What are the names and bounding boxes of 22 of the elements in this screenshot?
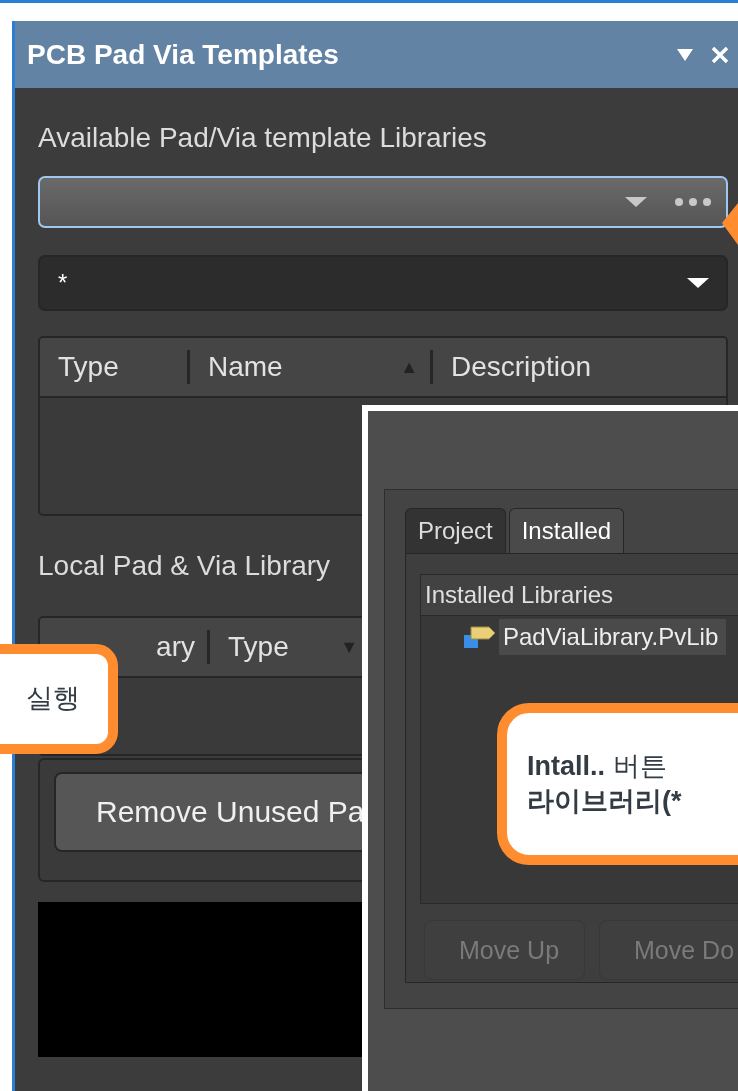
library-dropdown[interactable] xyxy=(38,176,728,228)
callout-text: 라이브러리(* xyxy=(527,785,683,818)
library-icon xyxy=(463,623,497,651)
dropdown-arrow-icon[interactable] xyxy=(676,46,694,63)
section-label: Local Pad & Via Library xyxy=(38,550,332,583)
close-icon[interactable] xyxy=(710,44,730,65)
callout-text: Intall.. 버튼 xyxy=(527,749,668,783)
more-icon[interactable] xyxy=(674,197,712,207)
tab[interactable]: Project xyxy=(405,508,506,553)
column-header[interactable]: Name ▲ xyxy=(190,350,433,384)
column-header[interactable]: ary xyxy=(122,630,210,664)
list-header: Installed Libraries xyxy=(421,575,738,616)
caret-icon xyxy=(624,196,648,208)
section-label: Available Pad/Via template Libraries xyxy=(38,122,488,155)
filter-dropdown[interactable]: * xyxy=(38,255,728,311)
column-header[interactable]: Type xyxy=(40,350,190,384)
caret-icon xyxy=(686,277,710,289)
tab[interactable]: Installed xyxy=(508,508,625,553)
library-item[interactable]: PadViaLibrary.PvLib xyxy=(499,619,727,655)
column-header[interactable]: Description xyxy=(433,350,604,384)
panel-title: PCB Pad Via Templates xyxy=(27,38,340,71)
callout-text: 실행 xyxy=(26,682,80,716)
